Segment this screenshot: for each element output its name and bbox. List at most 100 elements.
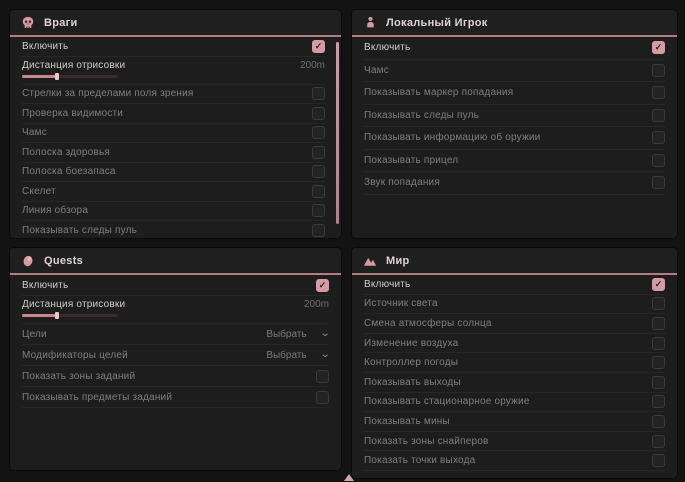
setting-row[interactable]: Показывать прицел ✓ (364, 150, 665, 173)
select-row[interactable]: Цели Выбрать ⌄ (22, 324, 329, 345)
setting-row[interactable]: Стрелки за пределами поля зрения ✓ (22, 85, 325, 105)
checkbox[interactable]: ✓ (652, 64, 665, 77)
setting-row[interactable]: Включить ✓ (364, 37, 665, 60)
setting-row[interactable]: Показывать следы пуль ✓ (364, 105, 665, 128)
select-row[interactable]: Модификаторы целей Выбрать ⌄ (22, 345, 329, 366)
dropdown[interactable]: Выбрать ⌄ (266, 350, 329, 361)
setting-row[interactable]: Скелет ✓ (22, 182, 325, 202)
slider-fill (22, 314, 57, 317)
setting-row[interactable]: Чамс ✓ (22, 124, 325, 144)
checkbox[interactable]: ✓ (652, 278, 665, 291)
checkbox[interactable]: ✓ (312, 165, 325, 178)
checkbox[interactable]: ✓ (652, 337, 665, 350)
checkbox[interactable]: ✓ (652, 297, 665, 310)
setting-row[interactable]: Показывать выходы ✓ (364, 373, 665, 393)
setting-row[interactable]: Показывать предметы заданий ✓ (22, 387, 329, 408)
checkmark-icon: ✓ (319, 281, 327, 290)
setting-label: Показывать маркер попадания (364, 87, 513, 98)
setting-row[interactable]: Показывать следы пуль ✓ (22, 221, 325, 238)
setting-row[interactable]: Включить ✓ (364, 275, 665, 295)
distance-slider[interactable] (22, 314, 118, 317)
setting-row[interactable]: Показывать информацию об оружии ✓ (364, 127, 665, 150)
checkbox[interactable]: ✓ (316, 391, 329, 404)
setting-row[interactable]: Изменение воздуха ✓ (364, 334, 665, 354)
setting-label: Звук попадания (364, 177, 440, 188)
setting-row[interactable]: Показывать стационарное оружие ✓ (364, 393, 665, 413)
setting-label: Показать зоны снайперов (364, 436, 489, 447)
setting-row[interactable]: Полоска боезапаса ✓ (22, 163, 325, 183)
setting-row[interactable]: Смена атмосферы солнца ✓ (364, 314, 665, 334)
setting-label: Показывать стационарное оружие (364, 396, 530, 407)
checkbox[interactable]: ✓ (312, 40, 325, 53)
setting-row[interactable]: Включить ✓ (22, 37, 325, 57)
slider-row: Дистанция отрисовки 200m (22, 57, 325, 85)
setting-label: Включить (22, 41, 68, 52)
setting-label: Линия обзора (22, 205, 88, 216)
checkbox[interactable]: ✓ (316, 279, 329, 292)
checkbox[interactable]: ✓ (652, 131, 665, 144)
skull-icon (21, 16, 35, 30)
checkbox[interactable]: ✓ (312, 204, 325, 217)
setting-label: Показывать информацию об оружии (364, 132, 540, 143)
checkbox[interactable]: ✓ (312, 224, 325, 237)
setting-row[interactable]: Проверка видимости ✓ (22, 104, 325, 124)
scrollbar[interactable] (336, 42, 339, 224)
panel-local-player-header[interactable]: Локальный Игрок (352, 10, 677, 37)
setting-label: Контроллер погоды (364, 357, 458, 368)
checkbox[interactable]: ✓ (652, 154, 665, 167)
dropdown[interactable]: Выбрать ⌄ (266, 329, 329, 340)
setting-row[interactable]: Источник света ✓ (364, 295, 665, 315)
checkbox[interactable]: ✓ (312, 126, 325, 139)
setting-row[interactable]: Показать точки выхода ✓ (364, 451, 665, 471)
quest-icon (21, 254, 35, 268)
dropdown-value: Выбрать (266, 329, 306, 340)
checkbox[interactable]: ✓ (652, 176, 665, 189)
setting-label: Чамс (364, 65, 389, 76)
slider-thumb[interactable] (55, 312, 59, 319)
checkbox[interactable]: ✓ (312, 146, 325, 159)
checkbox[interactable]: ✓ (652, 415, 665, 428)
checkbox[interactable]: ✓ (312, 185, 325, 198)
slider-thumb[interactable] (55, 73, 59, 80)
checkbox[interactable]: ✓ (652, 109, 665, 122)
setting-label: Скелет (22, 186, 56, 197)
setting-row[interactable]: Показывать маркер попадания ✓ (364, 82, 665, 105)
checkbox[interactable]: ✓ (312, 87, 325, 100)
checkbox[interactable]: ✓ (652, 376, 665, 389)
setting-label: Показывать следы пуль (364, 110, 479, 121)
setting-label: Стрелки за пределами поля зрения (22, 88, 194, 99)
checkmark-icon: ✓ (655, 280, 663, 289)
checkbox[interactable]: ✓ (652, 395, 665, 408)
distance-slider[interactable] (22, 75, 118, 78)
setting-label: Чамс (22, 127, 47, 138)
panel-title: Враги (44, 17, 78, 29)
checkbox[interactable]: ✓ (316, 370, 329, 383)
setting-row[interactable]: Чамс ✓ (364, 60, 665, 83)
setting-row[interactable]: Звук попадания ✓ (364, 172, 665, 195)
slider-value: 200m (304, 299, 329, 310)
panel-world-header[interactable]: Мир (352, 248, 677, 275)
setting-row[interactable]: Линия обзора ✓ (22, 202, 325, 222)
select-label: Цели (22, 329, 47, 340)
player-icon (363, 16, 377, 30)
checkbox[interactable]: ✓ (652, 317, 665, 330)
checkbox[interactable]: ✓ (652, 454, 665, 467)
setting-row[interactable]: Показать зоны заданий ✓ (22, 366, 329, 387)
setting-label: Включить (22, 280, 68, 291)
checkbox[interactable]: ✓ (652, 86, 665, 99)
setting-row[interactable]: Включить ✓ (22, 275, 329, 296)
checkbox[interactable]: ✓ (652, 435, 665, 448)
setting-row[interactable]: Показать зоны снайперов ✓ (364, 432, 665, 452)
slider-row: Дистанция отрисовки 200m (22, 296, 329, 324)
checkbox[interactable]: ✓ (312, 107, 325, 120)
setting-label: Показать зоны заданий (22, 371, 135, 382)
setting-row[interactable]: Полоска здоровья ✓ (22, 143, 325, 163)
panel-quests-header[interactable]: Quests (10, 248, 341, 275)
setting-label: Показывать прицел (364, 155, 458, 166)
panel-title: Quests (44, 255, 83, 267)
checkbox[interactable]: ✓ (652, 41, 665, 54)
checkbox[interactable]: ✓ (652, 356, 665, 369)
setting-row[interactable]: Показывать мины ✓ (364, 412, 665, 432)
panel-enemies-header[interactable]: Враги (10, 10, 341, 37)
setting-row[interactable]: Контроллер погоды ✓ (364, 353, 665, 373)
